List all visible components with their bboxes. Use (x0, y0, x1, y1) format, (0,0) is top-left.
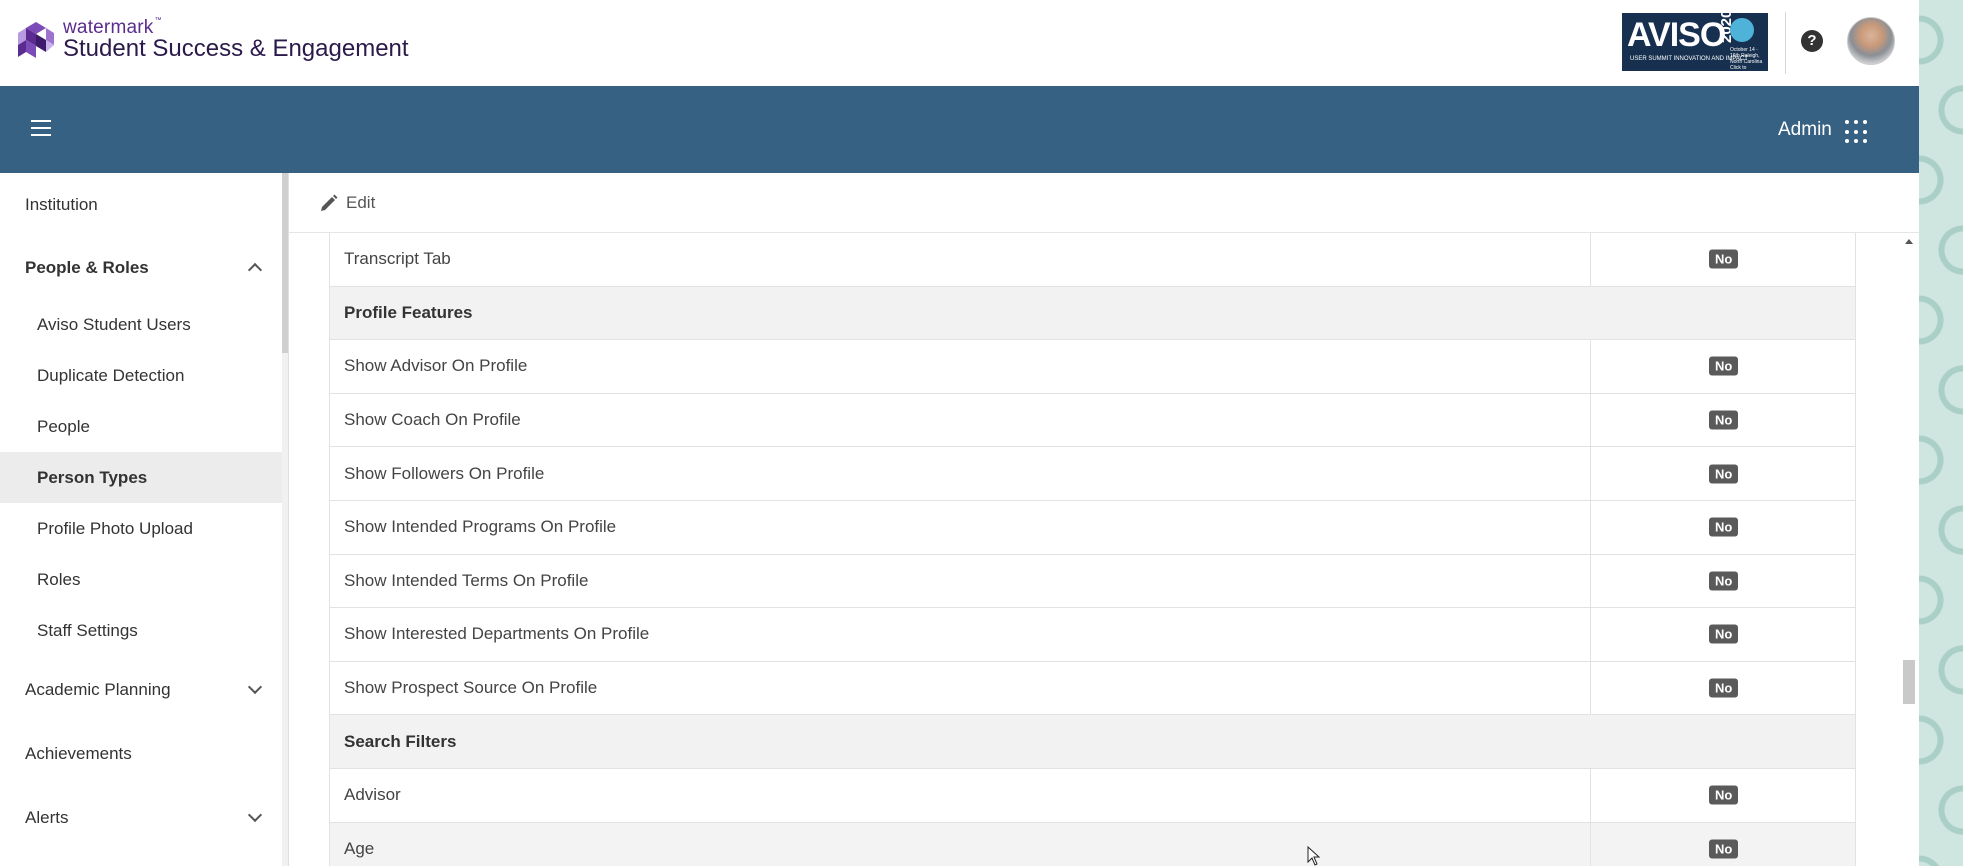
edit-button[interactable]: Edit (319, 193, 375, 213)
status-badge: No (1709, 785, 1739, 805)
status-badge: No (1709, 624, 1739, 644)
table-row: Age No (329, 822, 1856, 866)
watermark-logo-icon[interactable] (16, 20, 56, 62)
status-badge: No (1709, 410, 1739, 430)
main-content: Edit Transcript Tab No Profile Features … (289, 173, 1919, 866)
scroll-thumb[interactable] (1903, 660, 1915, 704)
sidebar-item-institution[interactable]: Institution (0, 173, 282, 236)
status-badge: No (1709, 517, 1739, 537)
chevron-down-icon (247, 807, 263, 823)
section-header: Search Filters (329, 715, 1856, 769)
table-row: Show Advisor On Profile No (329, 340, 1856, 394)
hamburger-menu-icon[interactable] (31, 120, 51, 136)
settings-table: Transcript Tab No Profile Features Show … (329, 233, 1856, 866)
table-row: Show Prospect Source On Profile No (329, 661, 1856, 716)
table-row: Show Intended Programs On Profile No (329, 500, 1856, 555)
status-badge: No (1709, 678, 1739, 698)
sidebar-item-roles[interactable]: Roles (0, 554, 282, 605)
user-avatar[interactable] (1847, 17, 1895, 65)
sidebar-item-people-roles[interactable]: People & Roles (0, 236, 282, 299)
app-header: watermark™ Student Success & Engagement … (0, 0, 1919, 86)
sidebar-item-achievements[interactable]: Achievements (0, 720, 282, 784)
product-title: Student Success & Engagement (63, 35, 409, 62)
status-badge: No (1709, 464, 1739, 484)
aviso-summit-banner[interactable]: AVISO USER SUMMIT INNOVATION AND IMPACT … (1622, 13, 1768, 71)
content-scrollbar[interactable] (1901, 233, 1917, 866)
table-row: Show Coach On Profile No (329, 393, 1856, 448)
chevron-up-icon (247, 262, 263, 278)
nav-bar: Admin (0, 86, 1919, 173)
sidebar-item-academic-planning[interactable]: Academic Planning (0, 656, 282, 720)
status-badge: No (1709, 571, 1739, 591)
help-icon[interactable]: ? (1801, 30, 1823, 52)
mouse-cursor-icon (1307, 846, 1321, 866)
table-row: Advisor No (329, 768, 1856, 823)
table-row: Transcript Tab No (329, 233, 1856, 287)
section-header: Profile Features (329, 286, 1856, 341)
lightbulb-icon (1730, 18, 1754, 42)
header-divider (1785, 12, 1786, 74)
sidebar-item-people[interactable]: People (0, 401, 282, 452)
sidebar-item-person-types[interactable]: Person Types (0, 452, 282, 503)
admin-menu-label[interactable]: Admin (1778, 119, 1832, 141)
scroll-up-arrow-icon[interactable] (1905, 239, 1913, 244)
decorative-side-pattern (1919, 0, 1963, 866)
sidebar-item-alerts[interactable]: Alerts (0, 784, 282, 848)
chevron-down-icon (247, 679, 263, 695)
status-badge: No (1709, 356, 1739, 376)
sidebar-item-aviso-student-users[interactable]: Aviso Student Users (0, 299, 282, 350)
pencil-icon (321, 194, 338, 211)
table-row: Show Followers On Profile No (329, 447, 1856, 501)
table-row: Show Interested Departments On Profile N… (329, 608, 1856, 662)
sidebar-item-profile-photo-upload[interactable]: Profile Photo Upload (0, 503, 282, 554)
sidebar-item-duplicate-detection[interactable]: Duplicate Detection (0, 350, 282, 401)
apps-grid-icon[interactable] (1845, 120, 1869, 144)
status-badge: No (1709, 839, 1739, 859)
table-row: Show Intended Terms On Profile No (329, 554, 1856, 609)
sidebar: Institution People & Roles Aviso Student… (0, 173, 282, 866)
sidebar-item-staff-settings[interactable]: Staff Settings (0, 605, 282, 656)
status-badge: No (1709, 249, 1739, 269)
toolbar: Edit (289, 173, 1919, 233)
